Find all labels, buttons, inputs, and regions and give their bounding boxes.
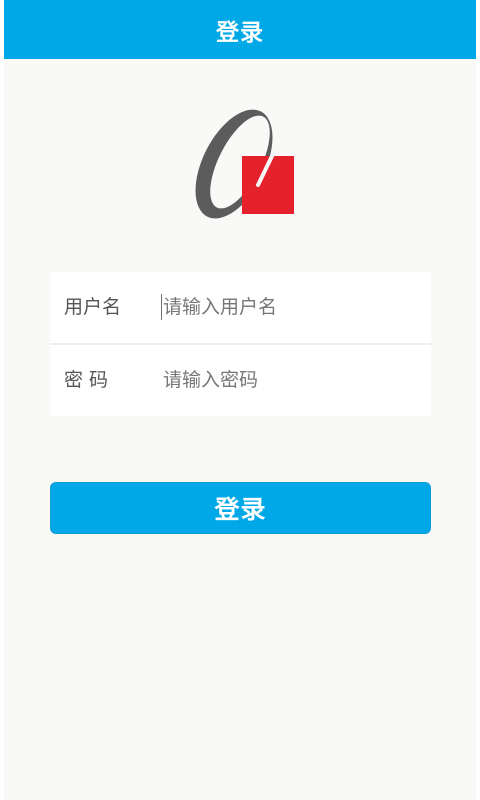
brand-logo <box>195 109 294 219</box>
password-input[interactable] <box>161 363 413 397</box>
app-frame: 登录 用户名 密 码 登录 <box>4 0 476 800</box>
username-row: 用户名 <box>50 272 431 343</box>
app-title-bar: 登录 <box>4 0 476 59</box>
login-form-card: 用户名 密 码 <box>50 272 431 416</box>
page-title: 登录 <box>216 19 264 46</box>
text-cursor <box>161 294 162 320</box>
username-input[interactable] <box>161 290 413 324</box>
password-row: 密 码 <box>50 345 431 416</box>
login-button[interactable]: 登录 <box>50 482 431 534</box>
password-label: 密 码 <box>64 369 109 391</box>
username-label: 用户名 <box>64 296 122 318</box>
